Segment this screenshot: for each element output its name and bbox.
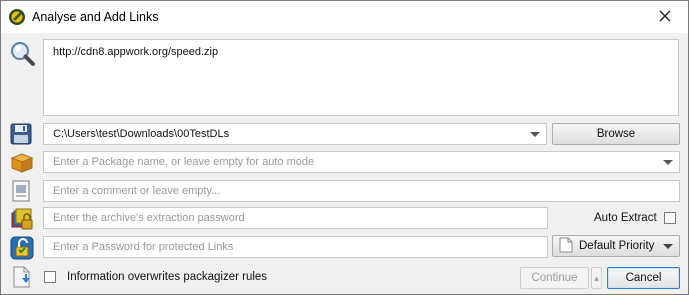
extraction-password-placeholder: Enter the archive's extraction password xyxy=(53,212,245,224)
package-name-combobox[interactable]: Enter a Package name, or leave empty for… xyxy=(43,151,680,173)
links-text: http://cdn8.appwork.org/speed.zip xyxy=(53,46,219,58)
close-button[interactable] xyxy=(642,1,688,33)
chevron-down-icon[interactable] xyxy=(663,160,673,165)
document-arrow-icon xyxy=(10,266,34,290)
dialog-window: Analyse and Add Links http://cdn8.appwor… xyxy=(0,0,689,295)
download-folder-value: C:\Users\test\Downloads\00TestDLs xyxy=(53,128,230,140)
chevron-up-icon: ▴ xyxy=(594,272,599,283)
packagizer-label: Information overwrites packagizer rules xyxy=(67,271,268,283)
continue-options-button[interactable]: ▴ xyxy=(591,267,602,289)
archive-lock-icon xyxy=(10,207,34,231)
comment-icon xyxy=(10,180,34,204)
link-password-placeholder: Enter a Password for protected Links xyxy=(53,241,234,253)
priority-label: Default Priority xyxy=(579,240,655,252)
floppy-icon xyxy=(10,123,34,147)
links-textarea[interactable]: http://cdn8.appwork.org/speed.zip xyxy=(43,39,679,116)
unlock-icon xyxy=(10,236,34,260)
link-password-input[interactable]: Enter a Password for protected Links xyxy=(43,236,548,258)
browse-button[interactable]: Browse xyxy=(552,123,680,145)
app-icon xyxy=(8,8,26,26)
window-title: Analyse and Add Links xyxy=(32,10,159,24)
comment-input[interactable]: Enter a comment or leave empty... xyxy=(43,180,680,202)
close-icon xyxy=(659,10,671,25)
magnifier-icon xyxy=(10,41,35,66)
continue-button[interactable]: Continue xyxy=(520,267,589,289)
title-bar: Analyse and Add Links xyxy=(1,1,688,33)
packagizer-checkbox[interactable] xyxy=(44,271,56,283)
comment-placeholder: Enter a comment or leave empty... xyxy=(53,185,221,197)
chevron-down-icon xyxy=(663,244,673,249)
package-name-placeholder: Enter a Package name, or leave empty for… xyxy=(53,156,315,168)
extraction-password-input[interactable]: Enter the archive's extraction password xyxy=(43,207,548,229)
priority-dropdown[interactable]: Default Priority xyxy=(552,235,680,257)
page-icon xyxy=(559,237,573,256)
auto-extract-label: Auto Extract xyxy=(594,212,657,224)
auto-extract-checkbox[interactable] xyxy=(664,212,676,224)
cancel-button[interactable]: Cancel xyxy=(607,267,680,289)
chevron-down-icon[interactable] xyxy=(530,132,540,137)
download-folder-combobox[interactable]: C:\Users\test\Downloads\00TestDLs xyxy=(43,123,547,145)
package-icon xyxy=(10,151,34,175)
